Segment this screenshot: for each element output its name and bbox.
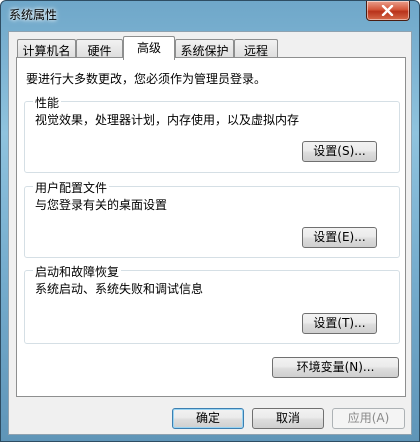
startup-recovery-title: 启动和故障恢复: [33, 263, 122, 280]
tab-label: 硬件: [87, 44, 112, 58]
startup-recovery-group: 启动和故障恢复 系统启动、系统失败和调试信息 设置(T)...: [24, 263, 400, 344]
user-profiles-title: 用户配置文件: [33, 179, 110, 196]
tab-computer-name[interactable]: 计算机名: [17, 39, 76, 59]
dialog-client-area: 计算机名 硬件 高级 系统保护 远程 要进行大多数更改，您必须作为管理员登录。 …: [8, 31, 412, 435]
close-button[interactable]: [366, 1, 410, 21]
tab-remote[interactable]: 远程: [234, 39, 278, 59]
ok-button[interactable]: 确定: [172, 408, 244, 429]
system-properties-window: 系统属性 计算机名 硬件 高级 系统保护 远程 要进行大多数更改，您必须作为管理…: [0, 0, 420, 442]
tab-label: 系统保护: [180, 44, 229, 58]
performance-title: 性能: [33, 94, 62, 111]
title-bar[interactable]: 系统属性: [1, 1, 419, 29]
performance-description: 视觉效果，处理器计划，内存使用，以及虚拟内存: [35, 113, 300, 127]
tab-label: 计算机名: [22, 44, 71, 58]
tab-system-protection[interactable]: 系统保护: [175, 39, 234, 59]
user-profiles-description: 与您登录有关的桌面设置: [35, 198, 168, 212]
tab-hardware[interactable]: 硬件: [76, 39, 123, 59]
user-profiles-settings-button[interactable]: 设置(E)...: [302, 227, 377, 248]
user-profiles-group: 用户配置文件 与您登录有关的桌面设置 设置(E)...: [24, 179, 400, 258]
environment-variables-button[interactable]: 环境变量(N)...: [272, 357, 399, 378]
tab-advanced[interactable]: 高级: [123, 36, 175, 60]
performance-group: 性能 视觉效果，处理器计划，内存使用，以及虚拟内存 设置(S)...: [24, 94, 400, 173]
startup-recovery-settings-button[interactable]: 设置(T)...: [302, 313, 377, 334]
window-title: 系统属性: [9, 8, 58, 22]
advanced-tab-panel: 要进行大多数更改，您必须作为管理员登录。 性能 视觉效果，处理器计划，内存使用，…: [16, 57, 406, 397]
startup-recovery-description: 系统启动、系统失败和调试信息: [35, 282, 204, 296]
cancel-button[interactable]: 取消: [252, 408, 324, 429]
close-icon: [381, 5, 394, 16]
apply-button[interactable]: 应用(A): [332, 408, 405, 429]
tab-label: 高级: [136, 41, 161, 55]
admin-notice: 要进行大多数更改，您必须作为管理员登录。: [26, 72, 267, 86]
tab-label: 远程: [243, 44, 268, 58]
performance-settings-button[interactable]: 设置(S)...: [302, 141, 377, 162]
